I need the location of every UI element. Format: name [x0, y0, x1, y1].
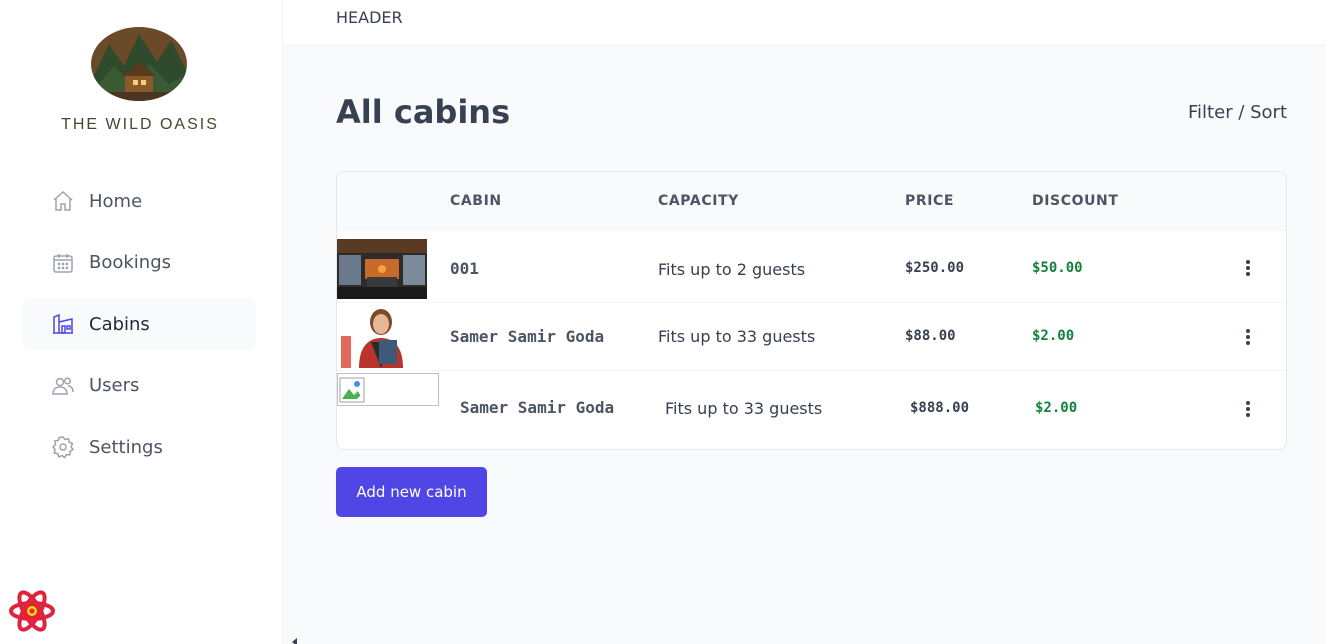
- main-nav: Home Bookings Cabins Users Settings: [23, 175, 256, 483]
- cabin-capacity: Fits up to 33 guests: [665, 399, 823, 418]
- sidebar-item-users[interactable]: Users: [23, 360, 256, 412]
- table-row: Samer Samir Goda Fits up to 33 guests $8…: [337, 303, 1286, 371]
- cabin-name: Samer Samir Goda: [460, 398, 615, 417]
- cabin-icon: [50, 311, 76, 337]
- column-header-capacity: CAPACITY: [658, 193, 739, 209]
- home-icon: [50, 188, 76, 214]
- column-header-cabin: CABIN: [450, 193, 502, 209]
- brand-name: THE WILD OASIS: [61, 116, 219, 133]
- cabin-price: $88.00: [905, 328, 956, 344]
- sidebar-item-home[interactable]: Home: [23, 175, 256, 227]
- users-icon: [50, 373, 76, 399]
- cabin-name: Samer Samir Goda: [450, 327, 605, 346]
- row-actions-menu-icon[interactable]: [1240, 398, 1256, 420]
- cabins-table: CABIN CAPACITY PRICE DISCOUNT 001 Fits u…: [336, 171, 1287, 450]
- sidebar-item-cabins[interactable]: Cabins: [23, 298, 256, 350]
- sidebar-item-label: Users: [89, 375, 140, 396]
- cabin-discount: $2.00: [1035, 400, 1078, 416]
- sidebar-item-label: Bookings: [89, 252, 172, 273]
- header: HEADER: [283, 0, 1326, 45]
- sidebar-item-label: Home: [89, 190, 143, 212]
- cabin-discount: $2.00: [1032, 328, 1075, 344]
- broken-image-icon: [337, 373, 439, 406]
- row-actions-menu-icon[interactable]: [1240, 326, 1256, 348]
- cabin-capacity: Fits up to 2 guests: [658, 260, 806, 279]
- header-text: HEADER: [336, 8, 403, 27]
- table-header: CABIN CAPACITY PRICE DISCOUNT: [337, 172, 1286, 231]
- logo: [89, 26, 189, 102]
- cabin-price: $250.00: [905, 260, 965, 276]
- cabin-image: [337, 239, 427, 299]
- sidebar-item-label: Cabins: [89, 313, 150, 335]
- cabin-image: [337, 306, 423, 368]
- cabin-name: 001: [450, 259, 479, 278]
- row-actions-menu-icon[interactable]: [1240, 257, 1256, 279]
- add-new-cabin-button[interactable]: Add new cabin: [336, 467, 487, 517]
- column-header-discount: DISCOUNT: [1032, 193, 1119, 209]
- gear-icon: [50, 434, 76, 460]
- cabin-price: $888.00: [910, 400, 970, 416]
- calendar-icon: [50, 250, 76, 276]
- cabin-capacity: Fits up to 33 guests: [658, 327, 816, 346]
- sidebar-item-bookings[interactable]: Bookings: [23, 237, 256, 289]
- column-header-price: PRICE: [905, 193, 955, 209]
- collapse-arrow-icon[interactable]: [290, 632, 298, 644]
- table-row: Samer Samir Goda Fits up to 33 guests $8…: [337, 371, 1286, 449]
- sidebar: THE WILD OASIS Home Bookings Cabins User…: [0, 0, 283, 644]
- filter-sort: Filter / Sort: [1188, 102, 1287, 123]
- page-title: All cabins: [336, 93, 511, 131]
- sidebar-item-settings[interactable]: Settings: [23, 421, 256, 473]
- table-row: 001 Fits up to 2 guests $250.00 $50.00: [337, 231, 1286, 303]
- cabin-discount: $50.00: [1032, 260, 1083, 276]
- react-devtools-icon[interactable]: [8, 588, 56, 634]
- sidebar-item-label: Settings: [89, 436, 163, 458]
